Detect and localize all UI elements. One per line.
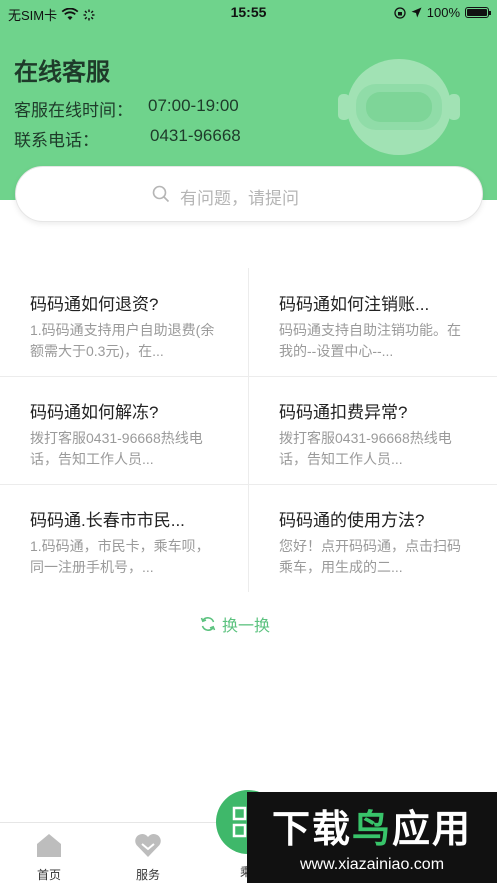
location-arrow-icon (411, 7, 422, 18)
tab-home-label: 首页 (36, 868, 61, 882)
home-icon (37, 834, 61, 857)
tab-service-label: 服务 (135, 868, 160, 882)
faq-answer-preview: 拨打客服0431-96668热线电话，告知工作人员... (30, 430, 203, 467)
refresh-button[interactable]: 换一换 (200, 612, 270, 636)
watermark-url: www.xiazainiao.com (299, 856, 445, 873)
faq-item[interactable]: 码码通的使用方法? 您好！点开码码通，点击扫码乘车，用生成的二... (249, 484, 497, 592)
faq-item[interactable]: 码码通如何退资? 1.码码通支持用户自助退费(余额需大于0.3元)，在... (0, 268, 248, 376)
refresh-icon (200, 617, 216, 631)
tab-home[interactable]: 首页 (19, 831, 79, 883)
faq-question: 码码通如何注销账... (279, 295, 430, 314)
faq-answer-preview: 拨打客服0431-96668热线电话，告知工作人员... (279, 430, 452, 467)
faq-answer-preview: 1.码码通，市民卡，乘车呗，同一注册手机号，... (30, 538, 210, 575)
faq-item[interactable]: 码码通如何解冻? 拨打客服0431-96668热线电话，告知工作人员... (0, 376, 248, 484)
battery-percent: 100% (426, 5, 460, 20)
tab-service[interactable]: 服务 (118, 831, 178, 883)
service-hours-label: 客服在线时间： (14, 101, 133, 120)
faq-answer-preview: 1.码码通支持用户自助退费(余额需大于0.3元)，在... (30, 322, 215, 359)
contact-phone-value[interactable]: 0431-96668 (150, 126, 241, 146)
faq-answer-preview: 您好！点开码码通，点击扫码乘车，用生成的二... (279, 538, 461, 575)
faq-question: 码码通如何退资? (30, 295, 159, 314)
faq-item[interactable]: 码码通.长春市市民... 1.码码通，市民卡，乘车呗，同一注册手机号，... (0, 484, 248, 592)
search-icon (152, 185, 170, 203)
service-hours-value: 07:00-19:00 (148, 96, 239, 115)
faq-question: 码码通如何解冻? (30, 403, 159, 422)
service-hours: 客服在线时间： 07:00-19:00 (14, 96, 239, 121)
heart-icon (135, 833, 161, 857)
faq-question: 码码通的使用方法? (279, 511, 425, 530)
faq-item[interactable]: 码码通扣费异常? 拨打客服0431-96668热线电话，告知工作人员... (249, 376, 497, 484)
faq-question: 码码通扣费异常? (279, 403, 408, 422)
battery-icon (465, 7, 491, 18)
watermark-banner: 下载鸟应用 www.xiazainiao.com (247, 792, 497, 883)
search-input[interactable]: 有问题，请提问 (15, 166, 483, 222)
faq-item[interactable]: 码码通如何注销账... 码码通支持自助注销功能。在我的--设置中心--... (249, 268, 497, 376)
faq-column-divider (248, 268, 249, 592)
refresh-label: 换一换 (222, 618, 271, 635)
faq-question: 码码通.长春市市民... (30, 511, 185, 530)
status-bar: 无SIM卡 15:55 100% (0, 0, 497, 26)
search-placeholder: 有问题，请提问 (180, 189, 299, 208)
rotation-lock-icon (394, 6, 406, 19)
faq-row-divider (0, 376, 497, 377)
faq-answer-preview: 码码通支持自助注销功能。在我的--设置中心--... (279, 322, 461, 359)
faq-row-divider (0, 484, 497, 485)
contact-phone: 联系电话： 0431-96668 (14, 126, 241, 151)
page-title: 在线客服 (14, 59, 110, 86)
contact-phone-label: 联系电话： (14, 131, 99, 150)
watermark-title: 下载鸟应用 (271, 809, 473, 851)
robot-illustration-icon (338, 59, 460, 155)
